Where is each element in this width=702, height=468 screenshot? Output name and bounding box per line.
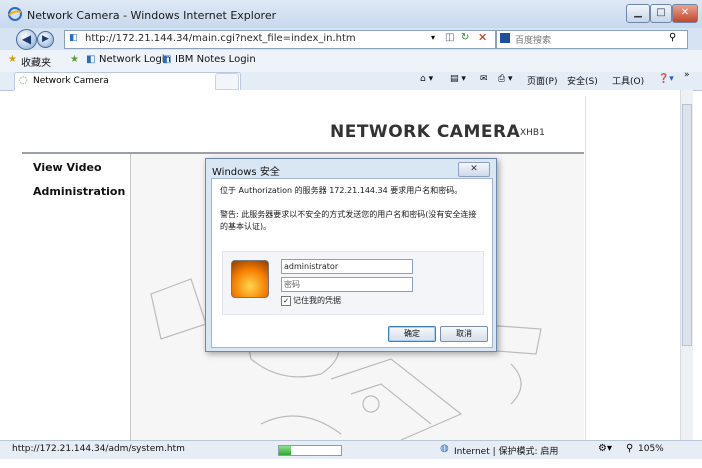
dialog-body: 位于 Authorization 的服务器 172.21.144.34 要求用户… [211, 178, 493, 348]
forward-button[interactable]: ▶ [37, 31, 54, 48]
remember-checkbox[interactable]: ✓ [281, 296, 291, 306]
search-field[interactable]: 百度搜索 ⚲ [496, 30, 688, 49]
tab-label: Network Camera [33, 76, 109, 86]
remember-label: 记住我的凭据 [293, 296, 341, 305]
maximize-button[interactable]: □ [650, 4, 672, 23]
safety-menu[interactable]: 安全(S) [567, 74, 598, 87]
print-icon[interactable]: ⎙ ▾ [498, 74, 513, 84]
help-icon[interactable]: ❓▾ [658, 74, 674, 84]
close-button[interactable]: ✕ [672, 4, 698, 23]
progress-bar [278, 445, 342, 456]
feeds-icon[interactable]: ▤ ▾ [450, 74, 466, 84]
credentials-dialog: Windows 安全 ✕ 位于 Authorization 的服务器 172.2… [205, 158, 497, 352]
chevron-more-icon[interactable]: » [684, 70, 690, 80]
favorites-star-icon: ★ [8, 54, 17, 65]
home-icon[interactable]: ⌂ ▾ [420, 74, 433, 84]
favorite-link-ibm-notes[interactable]: IBM Notes Login [175, 54, 256, 65]
globe-icon: ◍ [440, 443, 449, 454]
forward-arrow-icon: ▶ [42, 34, 49, 44]
search-placeholder: 百度搜索 [515, 36, 552, 46]
baidu-logo-icon [500, 33, 510, 43]
scrollbar-thumb[interactable] [682, 104, 692, 346]
page-icon: ◧ [162, 54, 172, 65]
stop-icon[interactable]: ✕ [478, 31, 487, 44]
back-arrow-icon: ◀ [21, 32, 32, 46]
title-bar: Network Camera - Windows Internet Explor… [0, 0, 702, 28]
address-url: http://172.21.144.34/main.cgi?next_file=… [85, 33, 356, 44]
menu-administration[interactable]: Administration [33, 185, 125, 198]
status-url: http://172.21.144.34/adm/system.htm [12, 444, 185, 454]
favorites-bar: ★ 收藏夹 ★ ◧ Network Login ◧ IBM Notes Logi… [0, 50, 702, 73]
ok-button[interactable]: 确定 [388, 326, 436, 342]
favorites-button[interactable]: 收藏夹 [21, 54, 51, 69]
password-field[interactable]: 密码 [281, 277, 413, 292]
favorite-link-network-login[interactable]: Network Login [99, 54, 171, 65]
loading-icon: ◌ [19, 75, 28, 86]
dialog-warning: 警告: 此服务器要求以不安全的方式发送您的用户名和密码(没有安全连接的基本认证)… [220, 210, 477, 231]
address-toolbar: ◀ ▶ ◧ http://172.21.144.34/main.cgi?next… [0, 28, 702, 50]
search-icon[interactable]: ⚲ [669, 32, 676, 43]
page-icon: ◧ [86, 54, 96, 65]
mail-icon[interactable]: ✉ [480, 74, 488, 84]
dropdown-arrow-icon[interactable]: ▾ [431, 33, 435, 42]
refresh-icon[interactable]: ↻ [461, 32, 469, 43]
security-zone[interactable]: Internet | 保护模式: 启用 [454, 444, 558, 457]
dialog-title: Windows 安全 [212, 167, 280, 178]
back-button[interactable]: ◀ [16, 29, 37, 50]
page-icon: ◧ [69, 33, 78, 43]
dialog-close-button[interactable]: ✕ [458, 162, 490, 177]
credential-area: administrator 密码 ✓ 记住我的凭据 [222, 251, 484, 315]
close-icon: ✕ [680, 7, 690, 18]
user-avatar-icon [231, 260, 269, 298]
tab-network-camera[interactable]: ◌ Network Camera [14, 72, 241, 90]
minimize-icon: ▁ [634, 7, 642, 18]
username-field[interactable]: administrator [281, 259, 413, 274]
address-field[interactable]: ◧ http://172.21.144.34/main.cgi?next_fil… [64, 30, 496, 49]
add-favorite-icon[interactable]: ★ [70, 54, 79, 65]
zoom-icon: ⚲ [626, 443, 634, 454]
compat-view-icon[interactable]: ◫ [445, 32, 454, 43]
page-menu[interactable]: 页面(P) [527, 74, 557, 87]
close-icon: ✕ [470, 164, 478, 174]
model-label: XHB1 [520, 128, 545, 138]
tools-menu[interactable]: 工具(O) [612, 74, 644, 87]
cancel-button[interactable]: 取消 [440, 326, 488, 342]
ie-logo-icon [8, 7, 22, 21]
status-bar: http://172.21.144.34/adm/system.htm ◍ In… [0, 440, 702, 459]
zoom-level[interactable]: 105% [638, 444, 664, 454]
progress-fill [279, 446, 292, 455]
zone-settings-icon[interactable]: ⚙▾ [598, 443, 612, 454]
dialog-message: 位于 Authorization 的服务器 172.21.144.34 要求用户… [220, 186, 463, 195]
window-title: Network Camera - Windows Internet Explor… [27, 9, 277, 22]
menu-view-video[interactable]: View Video [33, 161, 102, 174]
new-tab-button[interactable] [215, 73, 239, 90]
page-right-margin [585, 96, 681, 440]
brand-title: NETWORK CAMERA [330, 122, 521, 142]
minimize-button[interactable]: ▁ [626, 4, 650, 23]
maximize-icon: □ [656, 7, 666, 18]
